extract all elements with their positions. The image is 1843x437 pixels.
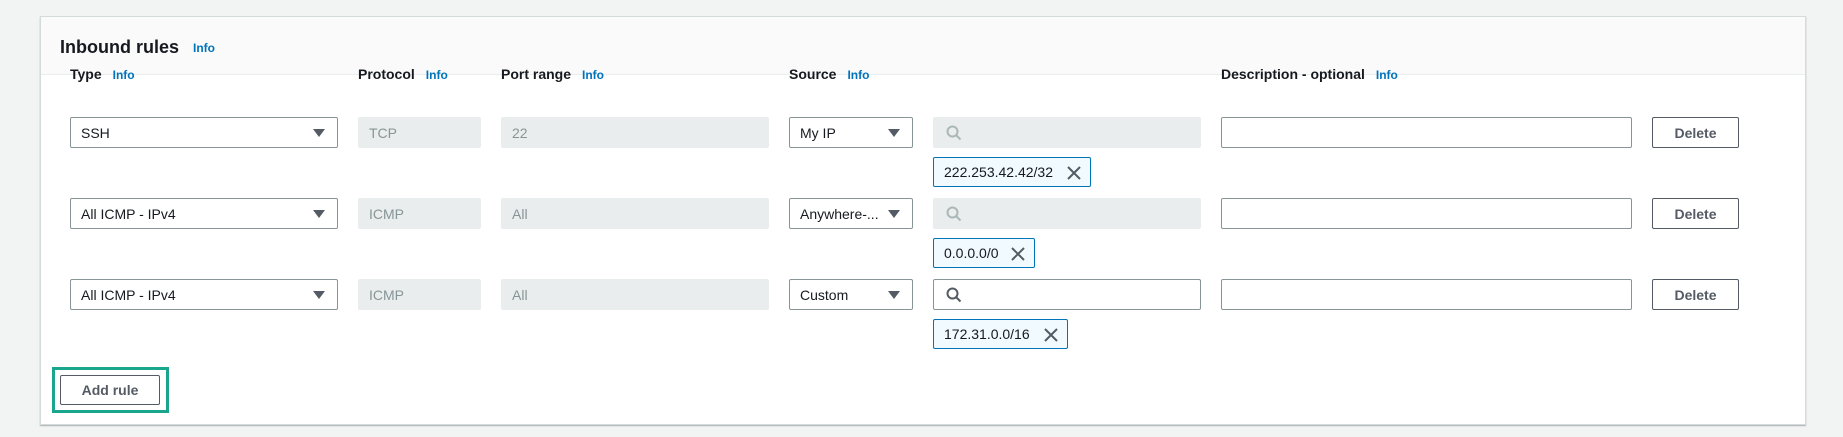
delete-button[interactable]: Delete	[1652, 117, 1739, 148]
search-icon	[946, 287, 962, 302]
description-input[interactable]	[1221, 117, 1632, 148]
panel-title: Inbound rules	[60, 37, 179, 57]
type-select[interactable]: All ICMP - IPv4	[70, 198, 338, 229]
description-info-link[interactable]: Info	[1376, 68, 1398, 82]
caret-down-icon	[313, 291, 325, 299]
panel-header: Inbound rules Info	[41, 17, 1805, 75]
source-search-input[interactable]	[933, 279, 1201, 310]
column-header-description: Description - optional Info	[1221, 66, 1398, 82]
description-input[interactable]	[1221, 198, 1632, 229]
caret-down-icon	[888, 291, 900, 299]
delete-button[interactable]: Delete	[1652, 279, 1739, 310]
source-search-input[interactable]	[933, 198, 1201, 229]
source-select[interactable]: Custom	[789, 279, 913, 310]
source-select[interactable]: Anywhere-...	[789, 198, 913, 229]
close-icon[interactable]	[1010, 246, 1026, 262]
source-select[interactable]: My IP	[789, 117, 913, 148]
caret-down-icon	[313, 210, 325, 218]
delete-button[interactable]: Delete	[1652, 198, 1739, 229]
search-icon	[946, 206, 962, 221]
close-icon[interactable]	[1043, 327, 1059, 343]
type-select[interactable]: All ICMP - IPv4	[70, 279, 338, 310]
source-search-input[interactable]	[933, 117, 1201, 148]
port-range-field: All	[501, 279, 769, 310]
column-header-source: Source Info	[789, 66, 870, 82]
source-token: 172.31.0.0/16	[933, 319, 1068, 349]
column-header-port-range: Port range Info	[501, 66, 605, 82]
panel-info-link[interactable]: Info	[193, 41, 215, 55]
port-range-field: All	[501, 198, 769, 229]
add-rule-button[interactable]: Add rule	[60, 375, 160, 405]
description-input[interactable]	[1221, 279, 1632, 310]
port-range-info-link[interactable]: Info	[582, 68, 604, 82]
caret-down-icon	[888, 210, 900, 218]
protocol-info-link[interactable]: Info	[426, 68, 448, 82]
source-token: 222.253.42.42/32	[933, 157, 1091, 187]
protocol-field: TCP	[358, 117, 481, 148]
caret-down-icon	[313, 129, 325, 137]
source-info-link[interactable]: Info	[847, 68, 869, 82]
search-icon	[946, 125, 962, 140]
type-info-link[interactable]: Info	[113, 68, 135, 82]
source-token: 0.0.0.0/0	[933, 238, 1035, 268]
close-icon[interactable]	[1066, 165, 1082, 181]
type-select[interactable]: SSH	[70, 117, 338, 148]
column-header-type: Type Info	[70, 66, 135, 82]
protocol-field: ICMP	[358, 279, 481, 310]
port-range-field: 22	[501, 117, 769, 148]
column-header-protocol: Protocol Info	[358, 66, 448, 82]
protocol-field: ICMP	[358, 198, 481, 229]
caret-down-icon	[888, 129, 900, 137]
